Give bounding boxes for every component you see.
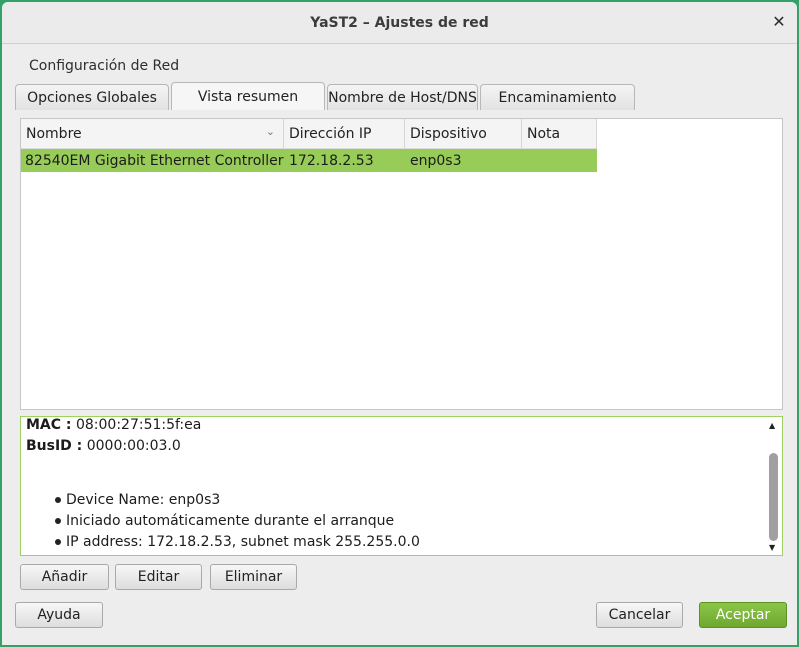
mac-line: MAC : 08:00:27:51:5f:ea: [26, 417, 201, 433]
help-button[interactable]: Ayuda: [15, 602, 103, 628]
table-row[interactable]: 82540EM Gigabit Ethernet Controller 172.…: [21, 149, 597, 172]
yast-network-settings-window: YaST2 – Ajustes de red ✕ Configuración d…: [2, 2, 797, 645]
scrollbar-thumb[interactable]: [769, 453, 778, 541]
list-item: IP address: 172.18.2.53, subnet mask 255…: [55, 534, 420, 550]
column-header-device[interactable]: Dispositivo: [405, 119, 522, 149]
scroll-down-icon[interactable]: ▼: [769, 543, 775, 552]
bullet-icon: [55, 539, 61, 545]
tab-global-options[interactable]: Opciones Globales: [15, 84, 169, 110]
mac-label: MAC :: [26, 417, 72, 433]
cell-device: enp0s3: [410, 152, 462, 169]
chevron-down-icon: ⌄: [265, 125, 275, 138]
tab-hostname-dns[interactable]: Nombre de Host/DNS: [327, 84, 478, 110]
network-cards-table: Nombre ⌄ Dirección IP Dispositivo Nota 8…: [20, 118, 783, 410]
tab-routing[interactable]: Encaminamiento: [480, 84, 635, 110]
list-item: Iniciado automáticamente durante el arra…: [55, 513, 394, 529]
accept-button[interactable]: Aceptar: [699, 602, 787, 628]
busid-line: BusID : 0000:00:03.0: [26, 438, 181, 454]
add-button[interactable]: Añadir: [20, 564, 109, 590]
tab-overview[interactable]: Vista resumen: [171, 82, 325, 110]
tab-label: Vista resumen: [197, 88, 299, 105]
cell-name: 82540EM Gigabit Ethernet Controller: [25, 152, 284, 169]
column-header-ip[interactable]: Dirección IP: [284, 119, 405, 149]
section-title: Configuración de Red: [29, 58, 180, 74]
busid-value: 0000:00:03.0: [86, 438, 181, 454]
details-panel: MAC : 08:00:27:51:5f:ea BusID : 0000:00:…: [20, 416, 783, 556]
mac-value: 08:00:27:51:5f:ea: [75, 417, 202, 433]
cancel-button[interactable]: Cancelar: [596, 602, 683, 628]
column-header-note[interactable]: Nota: [522, 119, 597, 149]
tab-label: Opciones Globales: [27, 89, 157, 106]
tab-label: Nombre de Host/DNS: [328, 89, 477, 106]
tab-label: Encaminamiento: [498, 89, 617, 106]
bullet-icon: [55, 518, 61, 524]
bullet-icon: [55, 497, 61, 503]
cell-ip: 172.18.2.53: [289, 152, 374, 169]
table-header: Nombre ⌄ Dirección IP Dispositivo Nota: [21, 119, 597, 149]
list-item: Device Name: enp0s3: [55, 492, 220, 508]
window-title: YaST2 – Ajustes de red: [310, 14, 489, 31]
cell-note: [522, 149, 597, 172]
edit-button[interactable]: Editar: [115, 564, 202, 590]
busid-label: BusID :: [26, 438, 83, 454]
title-bar: YaST2 – Ajustes de red ✕: [2, 2, 797, 44]
scroll-up-icon[interactable]: ▲: [769, 421, 775, 430]
column-header-name[interactable]: Nombre ⌄: [21, 119, 284, 149]
details-scrollbar[interactable]: ▲ ▼: [766, 417, 782, 555]
delete-button[interactable]: Eliminar: [210, 564, 297, 590]
close-icon[interactable]: ✕: [771, 14, 787, 30]
